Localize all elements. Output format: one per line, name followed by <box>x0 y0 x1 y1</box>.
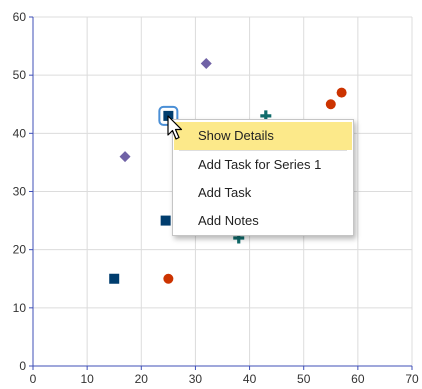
data-point-circle[interactable] <box>163 273 174 284</box>
y-tick-label: 40 <box>13 126 27 140</box>
x-tick-label: 50 <box>297 372 311 386</box>
y-tick-label: 50 <box>13 68 27 82</box>
mouse-pointer-icon <box>167 115 183 140</box>
y-tick-label: 60 <box>13 10 27 24</box>
data-point-circle[interactable] <box>336 87 347 98</box>
data-point-diamond[interactable] <box>119 151 131 163</box>
menu-item-add-task-series-1[interactable]: Add Task for Series 1 <box>173 151 353 179</box>
data-point-diamond[interactable] <box>200 58 212 70</box>
data-point-square[interactable] <box>160 215 171 226</box>
y-tick-label: 0 <box>19 359 26 373</box>
data-point-square[interactable] <box>109 273 120 284</box>
x-tick-label: 40 <box>243 372 257 386</box>
x-tick-label: 70 <box>405 372 419 386</box>
menu-item-add-notes[interactable]: Add Notes <box>173 207 353 235</box>
x-tick-label: 30 <box>189 372 203 386</box>
y-tick-label: 20 <box>13 243 27 257</box>
x-tick-label: 20 <box>135 372 149 386</box>
x-tick-label: 10 <box>80 372 94 386</box>
y-tick-label: 30 <box>13 185 27 199</box>
data-point-circle[interactable] <box>325 99 336 110</box>
menu-item-show-details[interactable]: Show Details <box>174 122 352 150</box>
x-tick-label: 60 <box>351 372 365 386</box>
y-tick-label: 10 <box>13 301 27 315</box>
x-tick-label: 0 <box>30 372 37 386</box>
menu-item-add-task[interactable]: Add Task <box>173 179 353 207</box>
context-menu: Show Details Add Task for Series 1 Add T… <box>172 119 354 236</box>
